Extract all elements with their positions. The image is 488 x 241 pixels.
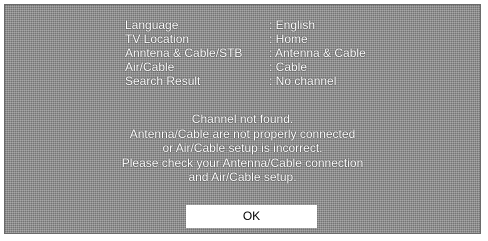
message-line: and Air/Cable setup. [188,170,297,184]
info-row-search-result: Search Result : No channel [125,74,366,88]
tv-location-value: : Home [269,32,308,46]
info-row-antenna-cable: Anntena & Cable/STB : Antenna & Cable [125,46,366,60]
setup-info-list: Language : English TV Location : Home An… [125,18,366,88]
info-row-language: Language : English [125,18,366,32]
air-cable-label: Air/Cable [125,60,175,74]
setup-result-dialog: Language : English TV Location : Home An… [4,4,481,234]
tv-location-label: TV Location [125,32,190,46]
message-line: Antenna/Cable are not properly connected [129,126,356,141]
error-message: Channel not found. Antenna/Cable are not… [5,112,480,185]
search-result-value: : No channel [269,74,337,88]
language-label: Language [125,18,179,32]
language-value: : English [269,18,316,32]
message-line: Channel not found. [191,112,294,126]
message-line: or Air/Cable setup is incorrect. [162,141,323,155]
info-row-tv-location: TV Location : Home [125,32,366,46]
info-row-air-cable: Air/Cable : Cable [125,60,366,74]
antenna-cable-value: : Antenna & Cable [269,46,366,60]
antenna-cable-label: Anntena & Cable/STB [125,46,243,60]
search-result-label: Search Result [125,74,201,88]
ok-button[interactable]: OK [186,205,317,228]
air-cable-value: : Cable [269,60,308,74]
message-line: Please check your Antenna/Cable connecti… [121,155,364,170]
